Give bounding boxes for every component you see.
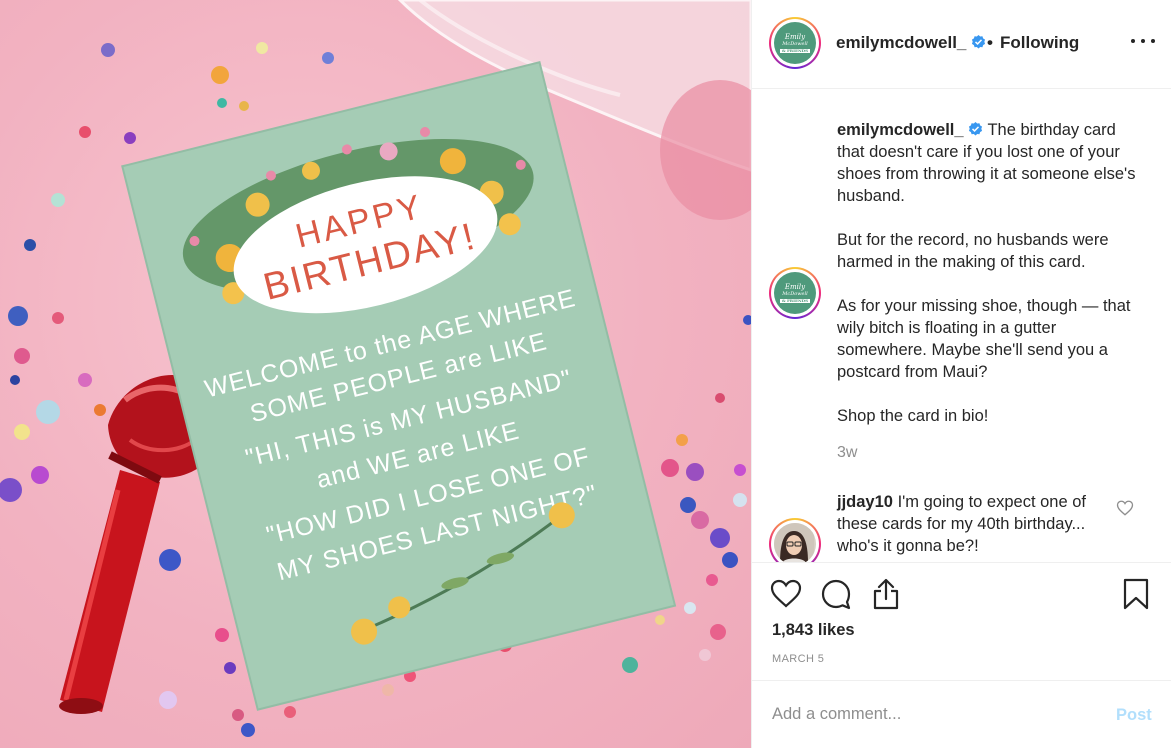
author-avatar[interactable]: Emily McDowell & FRIENDS	[769, 17, 821, 69]
caption-author-avatar[interactable]: Emily McDowell & FRIENDS	[769, 267, 821, 319]
birthday-card-photo: HAPPY BIRTHDAY! WELCOME to the AGE WHERE…	[0, 0, 751, 737]
more-options-icon[interactable]	[1128, 30, 1158, 50]
author-username-row: emilymcdowell_	[836, 33, 986, 53]
following-button[interactable]: Following	[1000, 33, 1079, 53]
verified-badge-icon	[969, 122, 983, 136]
verified-badge-icon	[972, 35, 986, 49]
caption-paragraph-2: But for the record, no husbands were har…	[837, 231, 1109, 271]
caption-paragraph-3: As for your missing shoe, though — that …	[837, 297, 1131, 381]
commenter-avatar[interactable]	[769, 518, 821, 562]
post-photo[interactable]: HAPPY BIRTHDAY! WELCOME to the AGE WHERE…	[0, 0, 751, 748]
heart-icon[interactable]	[769, 577, 803, 611]
share-icon[interactable]	[869, 577, 903, 611]
separator-dot: •	[987, 33, 993, 52]
comment-item: jjday10 I'm going to expect one of these…	[837, 491, 1097, 557]
commenter-username-link[interactable]: jjday10	[837, 493, 893, 511]
post-caption: emilymcdowell_ The birthday card that do…	[837, 119, 1137, 449]
post-comment-button[interactable]: Post	[1116, 706, 1152, 725]
post-actions: 1,843 likes MARCH 5	[752, 562, 1171, 680]
add-comment-input[interactable]	[772, 705, 1092, 724]
commenter-photo	[774, 523, 816, 562]
greeting-card: HAPPY BIRTHDAY! WELCOME to the AGE WHERE…	[121, 61, 677, 711]
post-date[interactable]: MARCH 5	[772, 653, 824, 665]
brand-logo: Emily McDowell & FRIENDS	[774, 272, 816, 314]
add-comment-bar: Post	[752, 680, 1171, 748]
post-details-panel: Emily McDowell & FRIENDS emilymcdowell_ …	[751, 0, 1171, 748]
caption-username-link[interactable]: emilymcdowell_	[837, 121, 964, 139]
comment-like-heart-icon[interactable]	[1116, 499, 1134, 517]
post-age[interactable]: 3w	[837, 444, 857, 462]
author-username-link[interactable]: emilymcdowell_	[836, 33, 966, 52]
bookmark-icon[interactable]	[1119, 577, 1153, 611]
likes-count[interactable]: 1,843 likes	[772, 621, 855, 640]
brand-logo: Emily McDowell & FRIENDS	[774, 22, 816, 64]
comments-section[interactable]: Emily McDowell & FRIENDS emilymcdowell_ …	[752, 90, 1171, 562]
comment-icon[interactable]	[819, 577, 853, 611]
caption-paragraph-4: Shop the card in bio!	[837, 407, 989, 425]
post-header: Emily McDowell & FRIENDS emilymcdowell_ …	[752, 0, 1171, 89]
